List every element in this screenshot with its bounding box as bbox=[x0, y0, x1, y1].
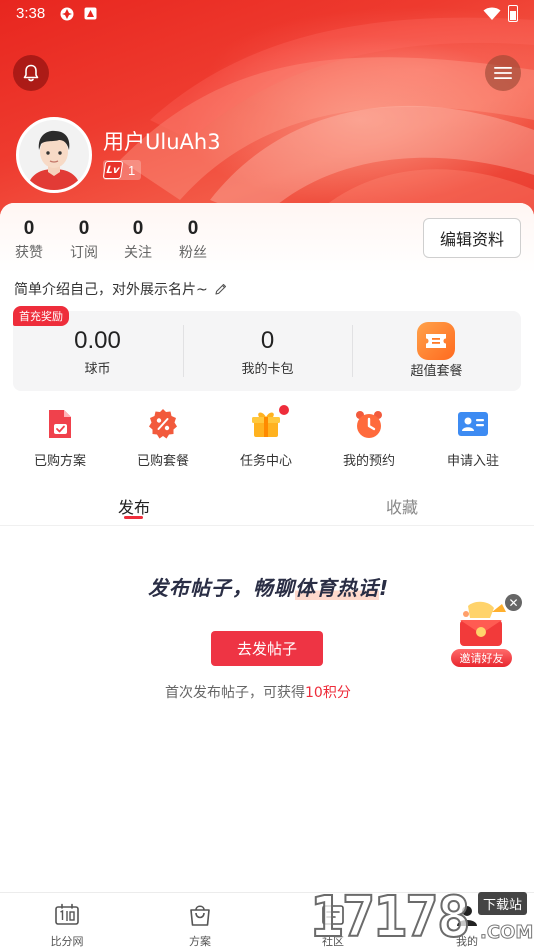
card-pack-value: 0 bbox=[260, 327, 275, 354]
level-number: 1 bbox=[128, 162, 136, 178]
purchased-packages-button[interactable]: 已购套餐 bbox=[113, 408, 213, 469]
stat-value: 0 bbox=[187, 218, 199, 239]
wifi-icon bbox=[483, 7, 501, 20]
stat-subscriptions[interactable]: 0 订阅 bbox=[64, 218, 104, 262]
promo-highlight: 体育热话 bbox=[295, 576, 379, 600]
nav-plans[interactable]: 方案 bbox=[170, 903, 230, 949]
stat-label: 订阅 bbox=[70, 245, 98, 261]
apply-to-join-button[interactable]: 申请入驻 bbox=[423, 408, 523, 469]
tab-divider bbox=[0, 525, 534, 526]
stat-label: 粉丝 bbox=[179, 245, 207, 261]
id-card-icon bbox=[458, 412, 488, 436]
scoreboard-icon bbox=[55, 903, 79, 925]
first-recharge-badge: 首充奖励 bbox=[13, 306, 69, 326]
close-invite-button[interactable]: ✕ bbox=[505, 594, 522, 611]
watermark-digits: 17178 bbox=[309, 885, 472, 950]
discount-badge-icon bbox=[149, 409, 177, 439]
promo-exclaim: ! bbox=[379, 576, 390, 600]
edit-profile-button[interactable]: 编辑资料 bbox=[423, 218, 521, 258]
pencil-icon bbox=[215, 283, 226, 295]
level-icon: Lv bbox=[102, 161, 124, 179]
username: 用户UluAh3 bbox=[103, 130, 221, 154]
coins-value: 0.00 bbox=[74, 327, 121, 354]
app-notification-icon bbox=[84, 7, 97, 20]
notifications-button[interactable] bbox=[13, 55, 49, 91]
stat-following[interactable]: 0 关注 bbox=[118, 218, 158, 262]
first-post-reward-text: 首次发布帖子，可获得10积分 bbox=[165, 682, 351, 702]
nav-label: 比分网 bbox=[50, 935, 84, 948]
document-check-icon bbox=[49, 410, 71, 438]
invite-friends-label[interactable]: 邀请好友 bbox=[451, 649, 512, 667]
stat-value: 0 bbox=[78, 218, 90, 239]
reward-prefix: 首次发布帖子，可获得 bbox=[165, 685, 305, 701]
function-label: 已购方案 bbox=[33, 454, 86, 469]
nav-label: 方案 bbox=[189, 935, 211, 948]
new-task-dot bbox=[279, 405, 289, 415]
menu-button[interactable] bbox=[485, 55, 521, 91]
watermark-tag: 下载站 bbox=[478, 892, 528, 915]
tab-favorites[interactable]: 收藏 bbox=[386, 494, 418, 518]
coins-label: 球币 bbox=[84, 362, 111, 377]
alarm-clock-icon bbox=[356, 411, 382, 438]
stat-likes[interactable]: 0 获赞 bbox=[9, 218, 49, 262]
hamburger-menu-icon bbox=[494, 67, 512, 79]
site-watermark: 17178 下载站 .COM bbox=[309, 885, 534, 950]
function-label: 已购套餐 bbox=[136, 454, 189, 469]
value-package-label: 超值套餐 bbox=[410, 364, 463, 379]
shopping-bag-icon bbox=[190, 905, 210, 926]
function-label: 申请入驻 bbox=[446, 454, 499, 469]
stat-value: 0 bbox=[23, 218, 35, 239]
stat-followers[interactable]: 0 粉丝 bbox=[173, 218, 213, 262]
card-pack-item[interactable]: 0 我的卡包 bbox=[183, 326, 352, 377]
tab-publish[interactable]: 发布 bbox=[118, 494, 150, 518]
status-time: 3:38 bbox=[16, 5, 46, 22]
watermark-suffix: .COM bbox=[479, 922, 534, 944]
active-tab-indicator bbox=[124, 516, 143, 519]
card-pack-label: 我的卡包 bbox=[241, 362, 294, 377]
post-promo-headline: 发布帖子，畅聊体育热话! bbox=[148, 572, 389, 601]
level-badge: Lv 1 bbox=[102, 160, 141, 180]
create-post-button[interactable]: 去发帖子 bbox=[211, 631, 323, 666]
task-center-button[interactable]: 任务中心 bbox=[216, 405, 316, 469]
avatar-image bbox=[19, 120, 89, 190]
close-icon: ✕ bbox=[508, 595, 519, 610]
bio-text: 简单介绍自己，对外展示名片~ bbox=[14, 282, 208, 298]
value-package-button[interactable] bbox=[417, 322, 455, 360]
bio-editor[interactable]: 简单介绍自己，对外展示名片~ bbox=[14, 279, 228, 299]
stat-label: 获赞 bbox=[15, 245, 43, 261]
ticket-icon bbox=[426, 334, 446, 348]
gift-icon bbox=[252, 412, 280, 437]
status-bar: 3:38 bbox=[0, 0, 534, 28]
stat-label: 关注 bbox=[124, 245, 152, 261]
stat-value: 0 bbox=[132, 218, 144, 239]
function-label: 任务中心 bbox=[239, 454, 292, 469]
app-notification-icon bbox=[60, 7, 74, 21]
promo-text: 发布帖子，畅聊 bbox=[148, 576, 295, 600]
function-label: 我的预约 bbox=[342, 454, 395, 469]
nav-scores[interactable]: 比分网 bbox=[37, 903, 97, 949]
battery-icon bbox=[508, 5, 518, 22]
coins-item[interactable]: 0.00 球币 bbox=[13, 326, 182, 377]
bell-icon bbox=[23, 64, 39, 82]
purchased-plans-button[interactable]: 已购方案 bbox=[10, 408, 110, 469]
reward-points: 10积分 bbox=[305, 685, 351, 701]
my-reservations-button[interactable]: 我的预约 bbox=[319, 408, 419, 469]
avatar[interactable] bbox=[16, 117, 92, 193]
